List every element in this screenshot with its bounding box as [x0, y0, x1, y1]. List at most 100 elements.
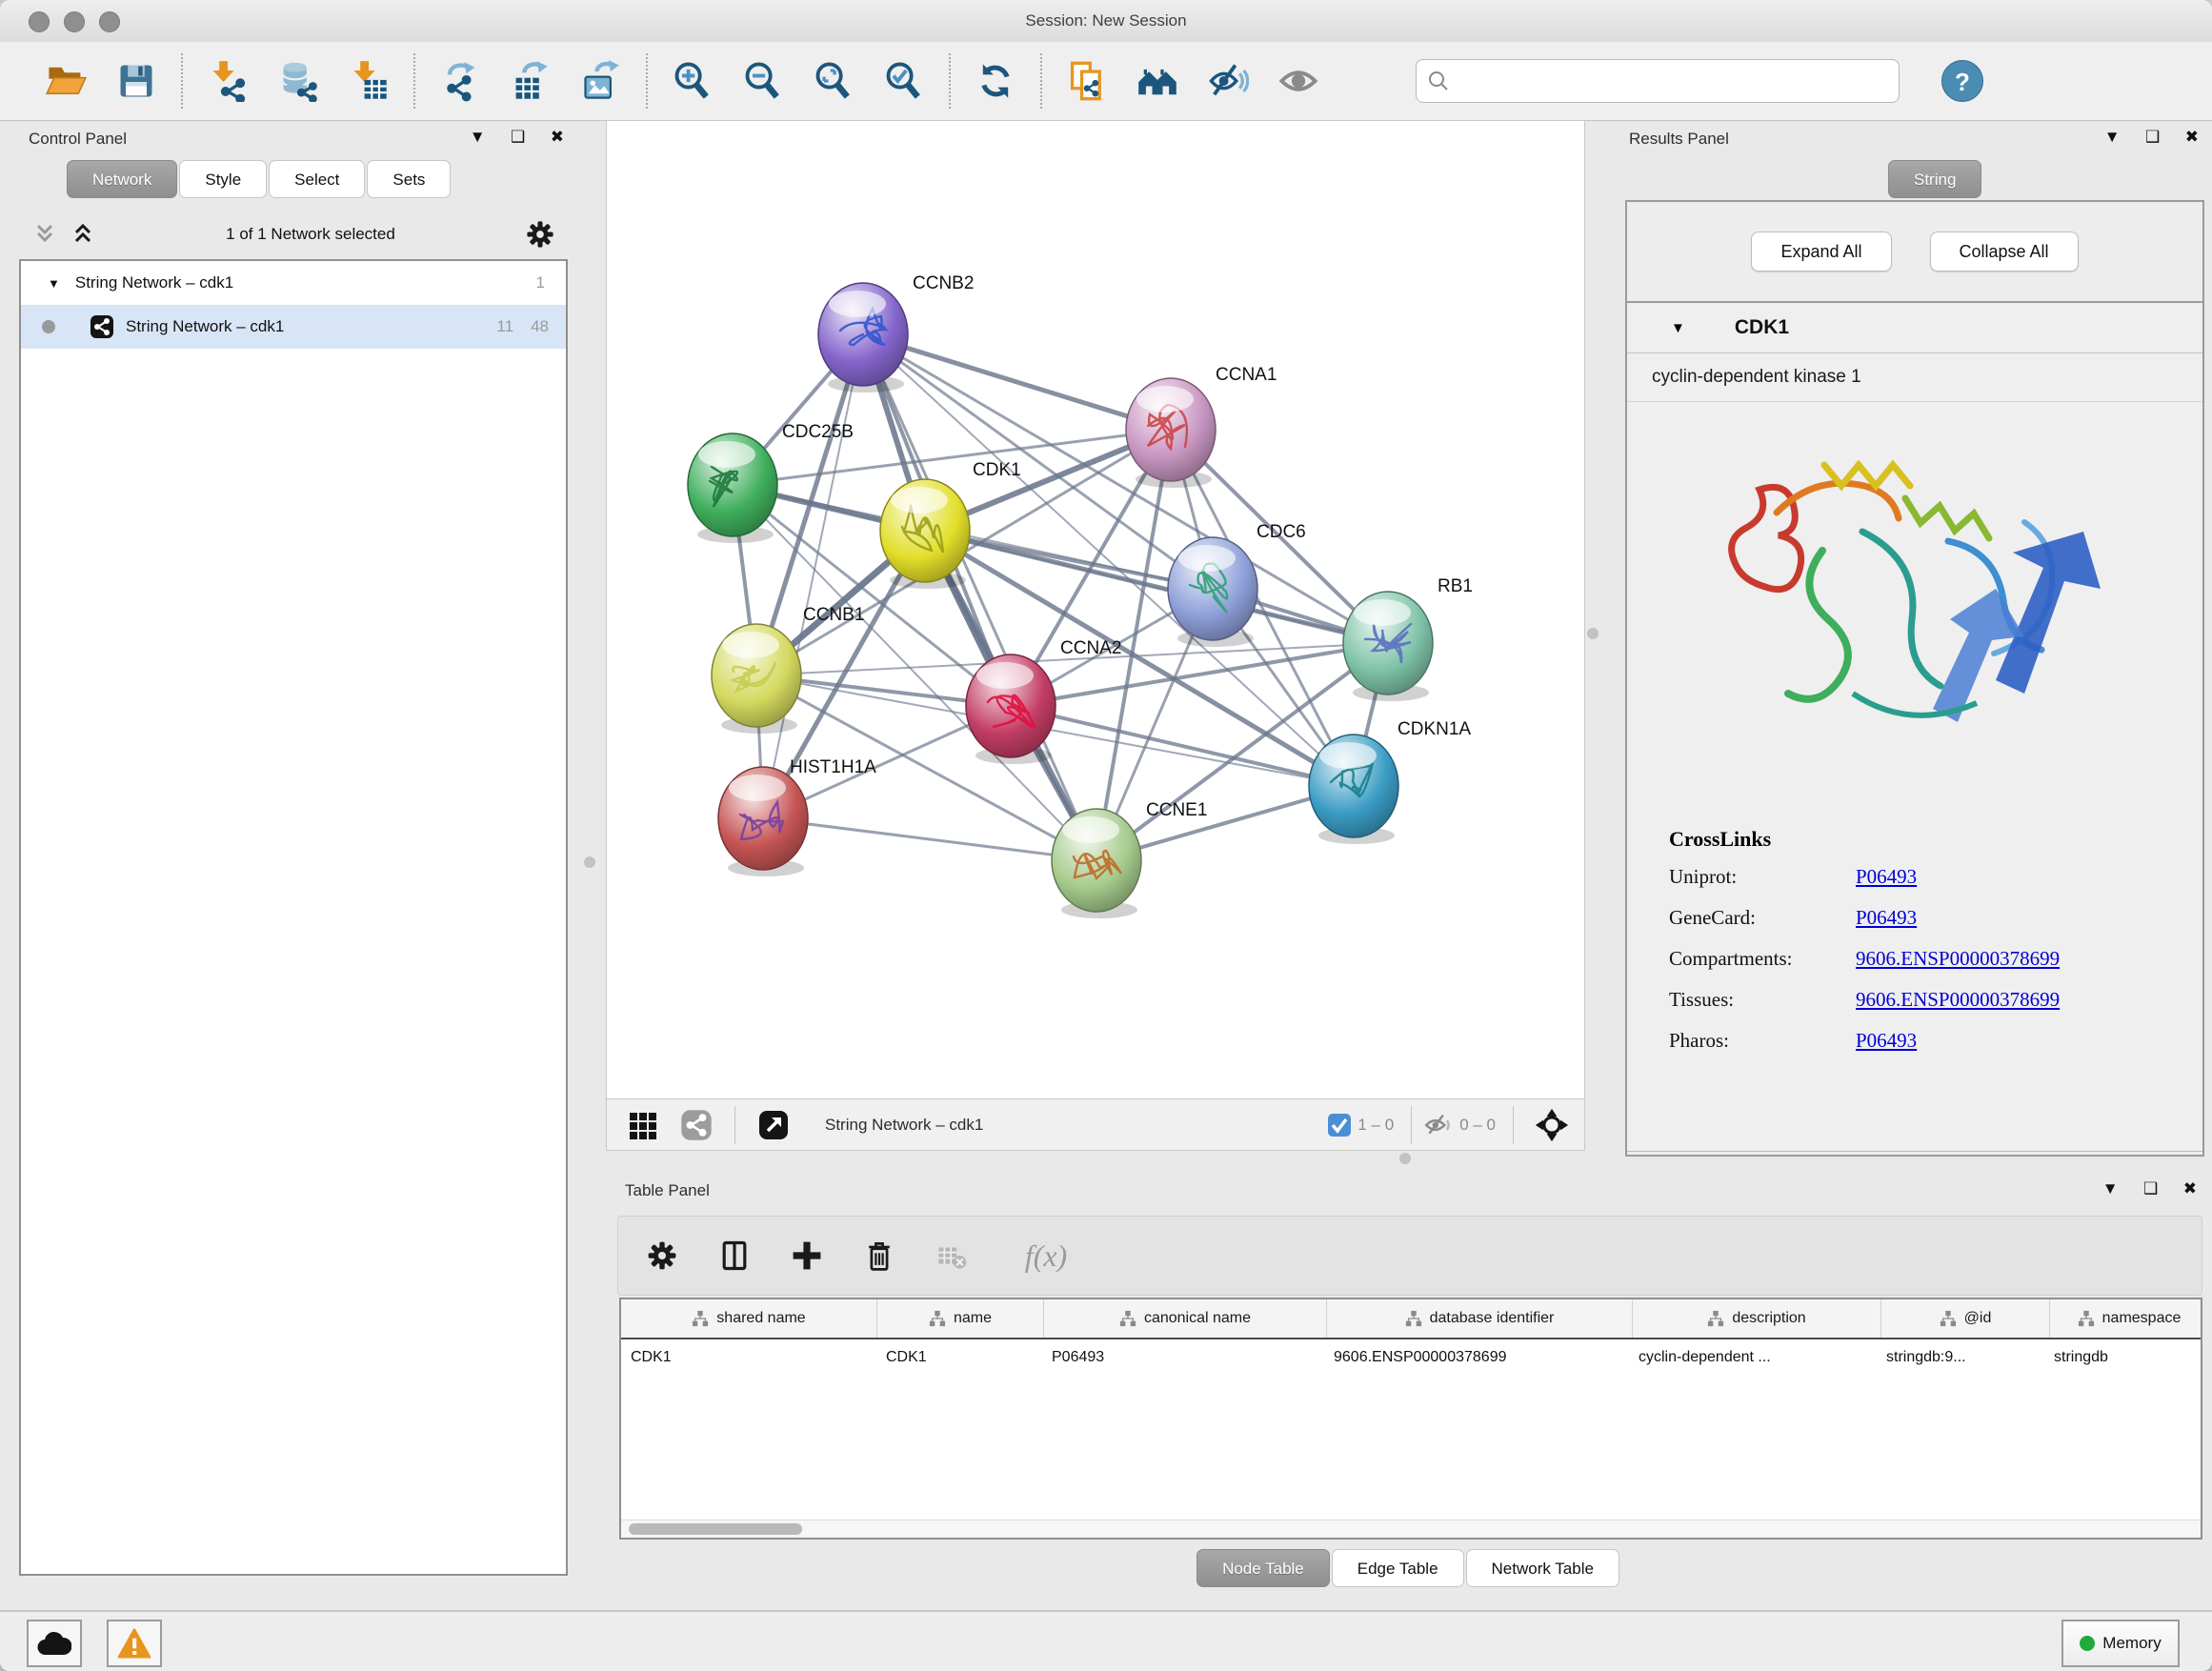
- tab-select[interactable]: Select: [269, 160, 365, 198]
- control-panel-menu-icon[interactable]: ▼: [470, 128, 486, 147]
- create-column-plus-icon[interactable]: [786, 1235, 828, 1277]
- string-view-icon[interactable]: [677, 1106, 715, 1144]
- hide-unhide-button[interactable]: [1206, 59, 1250, 103]
- network-edge[interactable]: [863, 334, 1096, 860]
- gear-icon[interactable]: [524, 218, 556, 251]
- network-edge[interactable]: [1011, 706, 1354, 786]
- crosslink-link[interactable]: P06493: [1856, 865, 1917, 889]
- column-header-@id[interactable]: @id: [1881, 1299, 2050, 1338]
- open-in-new-window-icon[interactable]: [754, 1106, 793, 1144]
- table-settings-gear-icon[interactable]: [641, 1235, 683, 1277]
- tab-string[interactable]: String: [1888, 160, 1981, 198]
- grid-view-icon[interactable]: [624, 1106, 662, 1144]
- expand-all-chevrons-icon[interactable]: [69, 220, 97, 249]
- network-node-rb1[interactable]: RB1: [1343, 576, 1473, 701]
- crosslink-link[interactable]: P06493: [1856, 906, 1917, 930]
- column-header-database-identifier[interactable]: database identifier: [1327, 1299, 1633, 1338]
- gene-header-row[interactable]: ▼ CDK1: [1627, 303, 2202, 353]
- network-canvas[interactable]: CCNB2CCNA1CDC25BCDK1CDC6RB1CCNB1CCNA2CDK…: [607, 121, 1584, 1098]
- collapse-triangle-icon[interactable]: ▼: [48, 276, 60, 291]
- zoom-selected-button[interactable]: [882, 59, 926, 103]
- hidden-eye-icon[interactable]: [1423, 1110, 1454, 1140]
- crosslink-link[interactable]: P06493: [1856, 1029, 1917, 1053]
- export-table-button[interactable]: [509, 59, 553, 103]
- network-edge[interactable]: [763, 818, 1096, 860]
- tab-edge-table[interactable]: Edge Table: [1332, 1549, 1464, 1587]
- search-input[interactable]: [1451, 70, 1889, 91]
- string-settings-button[interactable]: [1136, 59, 1179, 103]
- network-node-ccnb2[interactable]: CCNB2: [818, 273, 974, 393]
- network-node-ccnb1[interactable]: CCNB1: [712, 605, 864, 734]
- table-cell[interactable]: 9606.ENSP00000378699: [1324, 1339, 1629, 1379]
- crosslink-link[interactable]: 9606.ENSP00000378699: [1856, 988, 2060, 1012]
- zoom-in-button[interactable]: [671, 59, 714, 103]
- network-row[interactable]: String Network – cdk1 11 48: [21, 305, 566, 349]
- table-row[interactable]: CDK1CDK1P064939606.ENSP00000378699cyclin…: [621, 1339, 2201, 1379]
- table-cell[interactable]: stringdb:9...: [1877, 1339, 2044, 1379]
- warnings-button[interactable]: [107, 1620, 162, 1667]
- column-header-shared-name[interactable]: shared name: [621, 1299, 877, 1338]
- function-builder-icon[interactable]: f(x): [1003, 1235, 1089, 1277]
- tab-sets[interactable]: Sets: [367, 160, 451, 198]
- table-cell[interactable]: CDK1: [876, 1339, 1042, 1379]
- save-session-button[interactable]: [114, 59, 158, 103]
- tab-style[interactable]: Style: [179, 160, 267, 198]
- expand-all-button[interactable]: Expand All: [1751, 232, 1891, 272]
- network-node-hist1h1a[interactable]: HIST1H1A: [718, 757, 876, 876]
- column-header-canonical-name[interactable]: canonical name: [1044, 1299, 1327, 1338]
- network-node-cdkn1a[interactable]: CDKN1A: [1309, 719, 1471, 844]
- table-panel-close-icon[interactable]: ✖: [2183, 1179, 2197, 1198]
- column-header-name[interactable]: name: [877, 1299, 1044, 1338]
- zoom-out-button[interactable]: [741, 59, 785, 103]
- network-node-ccne1[interactable]: CCNE1: [1052, 800, 1207, 918]
- network-edge[interactable]: [863, 334, 1171, 430]
- import-network-from-database-button[interactable]: [276, 59, 320, 103]
- import-network-button[interactable]: [206, 59, 250, 103]
- clone-network-button[interactable]: [1065, 59, 1109, 103]
- table-cell[interactable]: P06493: [1042, 1339, 1324, 1379]
- column-header-namespace[interactable]: namespace: [2050, 1299, 2202, 1338]
- control-panel-float-icon[interactable]: ❑: [511, 128, 525, 147]
- memory-button[interactable]: Memory: [2061, 1620, 2180, 1667]
- import-table-button[interactable]: [347, 59, 391, 103]
- show-columns-icon[interactable]: [714, 1235, 755, 1277]
- collapse-all-chevrons-icon[interactable]: [30, 220, 59, 249]
- selected-checkbox-icon[interactable]: [1327, 1113, 1352, 1137]
- network-collection-row[interactable]: ▼ String Network – cdk1 1: [21, 261, 566, 305]
- table-panel-menu-icon[interactable]: ▼: [2102, 1179, 2119, 1198]
- export-network-button[interactable]: [438, 59, 482, 103]
- network-node-cdk1[interactable]: CDK1: [880, 460, 1021, 589]
- bottom-splitter-handle[interactable]: [1399, 1153, 1411, 1164]
- zoom-fit-button[interactable]: [812, 59, 855, 103]
- results-panel-float-icon[interactable]: ❑: [2145, 128, 2160, 147]
- tab-node-table[interactable]: Node Table: [1196, 1549, 1330, 1587]
- control-panel-close-icon[interactable]: ✖: [551, 128, 564, 147]
- cloud-button[interactable]: [27, 1620, 82, 1667]
- tab-network-table[interactable]: Network Table: [1466, 1549, 1619, 1587]
- network-node-cdc6[interactable]: CDC6: [1168, 522, 1306, 647]
- delete-column-trash-icon[interactable]: [858, 1235, 900, 1277]
- table-cell[interactable]: cyclin-dependent ...: [1629, 1339, 1877, 1379]
- column-header-description[interactable]: description: [1633, 1299, 1881, 1338]
- table-horizontal-scrollbar[interactable]: [621, 1520, 2201, 1538]
- scrollbar-thumb[interactable]: [629, 1523, 802, 1535]
- table-panel-float-icon[interactable]: ❑: [2143, 1179, 2158, 1198]
- right-splitter-handle[interactable]: [1587, 628, 1599, 639]
- crosslink-link[interactable]: 9606.ENSP00000378699: [1856, 947, 2060, 971]
- apply-layout-button[interactable]: [974, 59, 1017, 103]
- left-splitter-handle[interactable]: [584, 856, 595, 868]
- network-node-ccna1[interactable]: CCNA1: [1126, 365, 1277, 488]
- results-panel-menu-icon[interactable]: ▼: [2104, 128, 2121, 147]
- tab-network[interactable]: Network: [67, 160, 177, 198]
- export-image-button[interactable]: [579, 59, 623, 103]
- show-button[interactable]: [1277, 59, 1320, 103]
- gene-collapse-triangle-icon[interactable]: ▼: [1671, 320, 1685, 336]
- collapse-all-button[interactable]: Collapse All: [1930, 232, 2079, 272]
- birds-eye-icon[interactable]: [1533, 1106, 1571, 1144]
- results-panel-close-icon[interactable]: ✖: [2185, 128, 2199, 147]
- delete-table-icon[interactable]: [931, 1235, 973, 1277]
- table-cell[interactable]: CDK1: [621, 1339, 876, 1379]
- search-field[interactable]: [1416, 59, 1900, 103]
- help-button[interactable]: ?: [1941, 60, 1983, 102]
- table-cell[interactable]: stringdb: [2044, 1339, 2202, 1379]
